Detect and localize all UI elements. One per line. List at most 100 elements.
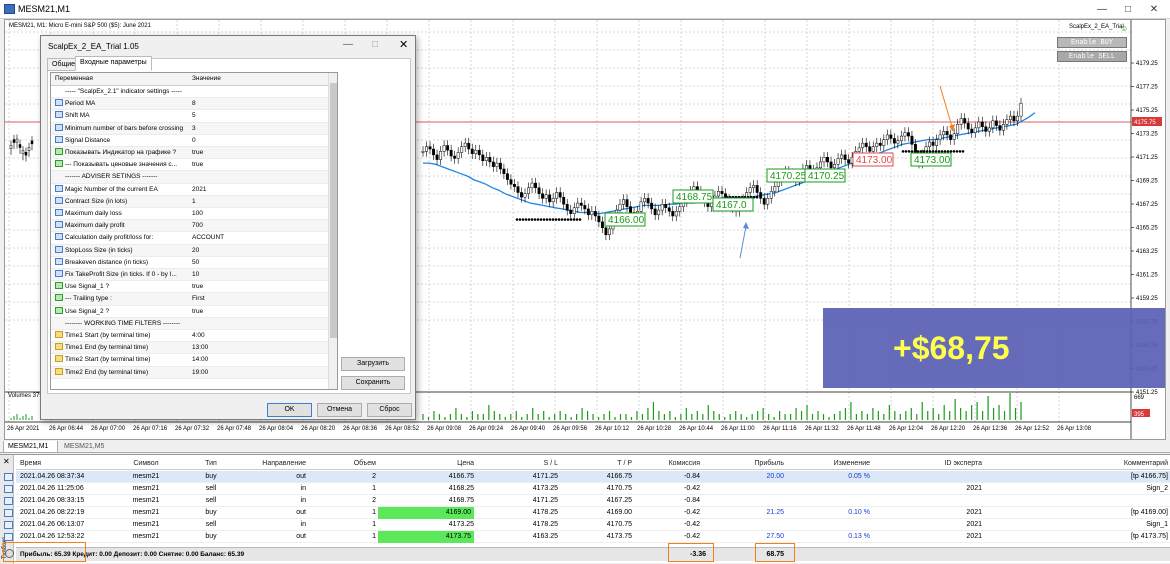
parameters-grid[interactable]: Переменная Значение ----- "ScalpEx_2.1" … xyxy=(50,72,338,390)
candle-body xyxy=(804,165,808,170)
candle-body xyxy=(435,154,439,160)
parameter-row[interactable]: Signal Distance 0 xyxy=(51,135,328,147)
enable-sell-button[interactable]: Enable SELL xyxy=(1057,51,1127,62)
parameter-row[interactable]: Use Signal_1 ? true xyxy=(51,281,328,294)
parameter-row[interactable]: Показывать Индикатор на графике ? true xyxy=(51,147,328,160)
parameter-value[interactable]: 20 xyxy=(192,245,322,257)
parameter-value[interactable]: 8 xyxy=(192,98,322,110)
history-row[interactable]: 2021.04.26 08:37:34 mesm21 buy out 2 4166.75 4… xyxy=(4,471,1170,483)
parameter-value[interactable]: 700 xyxy=(192,220,322,232)
cell-vol: 1 xyxy=(372,509,376,516)
parameter-value[interactable]: 14:00 xyxy=(192,354,322,366)
parameter-value[interactable]: 4:00 xyxy=(192,330,322,342)
candle-body xyxy=(646,198,650,204)
cell-profit: 27.50 xyxy=(766,533,784,540)
candle-body xyxy=(650,202,654,210)
column-header[interactable]: Изменение xyxy=(788,458,870,470)
candle-body xyxy=(748,187,752,193)
cancel-button[interactable]: Отмена xyxy=(317,403,362,417)
reset-button[interactable]: Сброс xyxy=(367,403,412,417)
column-header[interactable]: Цена xyxy=(378,458,474,470)
parameter-row[interactable]: ------- ADVISER SETINGS ------- xyxy=(51,171,328,184)
parameter-value[interactable]: ACCOUNT xyxy=(192,232,322,244)
parameter-row[interactable]: Use Signal_2 ? true xyxy=(51,306,328,318)
parameter-row[interactable]: Time2 Start (by terminal time) 14:00 xyxy=(51,354,328,367)
dialog-close-button[interactable]: ✕ xyxy=(399,38,408,51)
tab-inputs[interactable]: Входные параметры xyxy=(75,56,152,71)
parameter-row[interactable]: Maximum daily profit 700 xyxy=(51,220,328,233)
column-header[interactable]: Комментарий xyxy=(986,458,1168,470)
column-header[interactable]: Символ xyxy=(116,458,176,470)
history-row[interactable]: 2021.04.26 12:53:22 mesm21 buy out 1 4173.75 4… xyxy=(4,531,1170,543)
chart-tab-m1[interactable]: MESM21,M1 xyxy=(3,441,58,453)
toolbox-close-icon[interactable]: ✕ xyxy=(3,457,10,466)
parameter-value[interactable]: First xyxy=(192,293,322,305)
parameter-value[interactable]: true xyxy=(192,306,322,318)
parameter-value[interactable]: true xyxy=(192,147,322,159)
column-header[interactable]: Время xyxy=(20,458,95,470)
time-axis-labels: 26 Apr 2021 26 Apr 06:44 26 Apr 07:00 26 Ap… xyxy=(7,426,1092,432)
parameter-value[interactable]: true xyxy=(192,281,322,293)
parameter-row[interactable]: --- Trailing type : First xyxy=(51,293,328,306)
history-row[interactable]: 2021.04.26 08:33:15 mesm21 sell in 2 4168.75 4… xyxy=(4,495,1170,507)
dialog-maximize-button[interactable]: □ xyxy=(372,39,378,50)
save-button[interactable]: Сохранить xyxy=(341,376,405,390)
chart-tab-m5[interactable]: MESM21,M5 xyxy=(60,441,115,453)
load-button[interactable]: Загрузить xyxy=(341,357,405,371)
history-row[interactable]: 2021.04.26 11:25:06 mesm21 sell in 1 4168.25 4… xyxy=(4,483,1170,495)
maximize-button[interactable]: □ xyxy=(1114,0,1142,19)
parameters-scrollbar[interactable] xyxy=(328,73,337,389)
parameter-row[interactable]: Fix TakeProfit Size (in ticks. If 0 - by… xyxy=(51,269,328,282)
parameter-value[interactable]: 10 xyxy=(192,269,322,281)
parameter-value[interactable]: 5 xyxy=(192,110,322,122)
parameter-row[interactable]: Time1 Start (by terminal time) 4:00 xyxy=(51,330,328,343)
minimize-button[interactable]: — xyxy=(1088,0,1116,19)
close-button[interactable]: ✕ xyxy=(1140,0,1168,19)
column-value: Значение xyxy=(192,75,221,82)
candle-body xyxy=(942,131,946,136)
parameter-row[interactable]: Maximum daily loss 100 xyxy=(51,208,328,221)
parameter-value[interactable]: 100 xyxy=(192,208,322,220)
parameter-row[interactable]: Time2 End (by terminal time) 19:00 xyxy=(51,366,328,379)
history-row[interactable]: 2021.04.26 06:13:07 mesm21 sell in 1 4173.25 4… xyxy=(4,519,1170,531)
parameter-row[interactable]: --- Показывать ценовые значения с... true xyxy=(51,159,328,172)
column-header[interactable]: ID эксперта xyxy=(874,458,982,470)
column-header[interactable]: Направление xyxy=(242,458,306,470)
candle-body xyxy=(829,161,833,169)
parameter-value[interactable]: true xyxy=(192,159,322,171)
cell-dir: out xyxy=(296,533,306,540)
enable-buy-button[interactable]: Enable BUY xyxy=(1057,37,1127,48)
parameter-row[interactable]: Time1 End (by terminal time) 13:00 xyxy=(51,342,328,355)
scrollbar-thumb[interactable] xyxy=(330,83,337,338)
parameter-row[interactable]: ----- "ScalpEx_2.1" indicator settings -… xyxy=(51,86,328,99)
parameter-row[interactable]: Contract Size (in lots) 1 xyxy=(51,195,328,208)
parameter-value[interactable]: 50 xyxy=(192,257,322,269)
column-header[interactable]: Объем xyxy=(308,458,376,470)
ok-button[interactable]: OK xyxy=(267,403,312,417)
parameter-row[interactable]: Calculation daily profit/loss for: ACCOUN… xyxy=(51,232,328,245)
parameter-value[interactable]: 19:00 xyxy=(192,367,322,379)
parameter-value[interactable]: 2021 xyxy=(192,184,322,196)
parameter-row[interactable]: Magic Number of the current EA 2021 xyxy=(51,184,328,196)
column-header[interactable]: S / L xyxy=(478,458,558,470)
candle-body xyxy=(491,161,495,167)
column-header[interactable]: T / P xyxy=(562,458,632,470)
parameter-row[interactable]: Minimum number of bars before crossing 3 xyxy=(51,122,328,135)
parameter-row[interactable]: StopLoss Size (in ticks) 20 xyxy=(51,244,328,257)
parameter-value[interactable]: 0 xyxy=(192,135,322,147)
parameter-value[interactable]: 1 xyxy=(192,196,322,208)
column-header[interactable]: Прибыль xyxy=(706,458,784,470)
parameter-value[interactable]: 13:00 xyxy=(192,342,322,354)
parameter-row[interactable]: -------- WORKING TIME FILTERS -------- xyxy=(51,317,328,330)
history-row[interactable]: 2021.04.26 08:22:19 mesm21 buy out 1 4169.00 4… xyxy=(4,507,1170,519)
parameter-value[interactable]: 3 xyxy=(192,123,322,135)
dialog-minimize-button[interactable]: — xyxy=(343,39,353,50)
time-param-icon xyxy=(55,331,63,338)
column-header[interactable]: Комиссия xyxy=(636,458,700,470)
column-header[interactable]: Тип xyxy=(186,458,236,470)
parameter-row[interactable]: Shift MA 5 xyxy=(51,110,328,123)
parameter-row[interactable]: Breakeven distance (in ticks) 50 xyxy=(51,257,328,269)
parameter-name: -------- WORKING TIME FILTERS -------- xyxy=(65,318,325,330)
parameter-row[interactable]: Period MA 8 xyxy=(51,98,328,111)
sell-arrow xyxy=(939,85,954,131)
